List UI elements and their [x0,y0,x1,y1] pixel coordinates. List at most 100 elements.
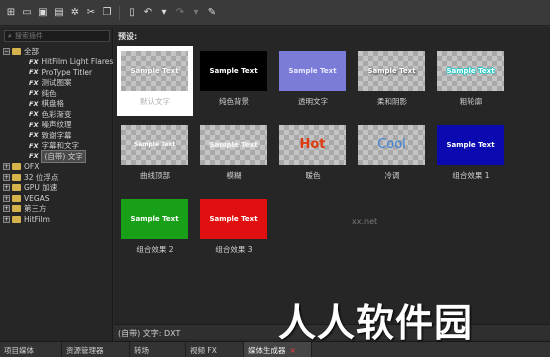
preset-thumbnail: Sample Text [121,125,188,165]
tab-label: 项目媒体 [4,345,34,355]
toolbar-divider [119,5,120,20]
tree-item[interactable]: FX ProType Titler [3,67,111,78]
presets-panel: 预设: Sample Text 默认文字 Sample Text 纯色背景 Sa… [114,27,550,324]
tab-label: 资源管理器 [66,345,104,355]
copy-icon[interactable]: ❐ [100,6,114,20]
scissors-icon[interactable]: ✂ [84,6,98,20]
preset-tile[interactable]: Sample Text 柔和阴影 [354,46,430,116]
tree-group[interactable]: + GPU 加速 [3,183,111,194]
preset-caption: 纯色背景 [219,97,249,106]
preset-tile[interactable]: Cool 冷调 [354,120,430,190]
tree-group-label: VEGAS [24,193,50,203]
preset-caption: 组合效果 2 [136,245,174,254]
fx-icon: FX [29,110,39,119]
folder-icon [12,205,21,213]
help-icon[interactable]: ✎ [205,6,219,20]
close-icon[interactable]: × [290,346,296,355]
undo-dropdown-icon[interactable]: ▾ [157,6,171,20]
expand-icon[interactable]: + [3,163,10,171]
open-folder-icon[interactable]: ▭ [20,6,34,20]
expand-icon[interactable]: + [3,173,10,181]
tree-group-label: 32 位浮点 [24,172,59,182]
expand-icon[interactable]: + [3,205,10,213]
tree-item[interactable]: FX 致谢字幕 [3,130,111,141]
preset-thumbnail: Hot [279,125,346,165]
status-bar: (自带) 文字: DXT [114,324,550,339]
tree-item[interactable]: FX 纯色 [3,88,111,99]
preset-thumbnail: Sample Text [358,51,425,91]
preset-caption: 柔和阴影 [377,97,407,106]
tree-group[interactable]: + HitFilm [3,214,111,225]
expand-icon[interactable]: + [3,184,10,192]
preset-tile[interactable]: Sample Text 默认文字 [117,46,193,116]
tree-item-label: (自带) 文字 [41,149,86,163]
expand-icon[interactable]: + [3,194,10,202]
tab-media-generators[interactable]: 媒体生成器 × [244,342,312,357]
tab-explorer[interactable]: 资源管理器 [62,342,130,357]
tree-group-label: OFX [24,162,40,172]
presets-label: 预设: [118,32,138,41]
filter-icon[interactable]: ⊞ [4,6,18,20]
tree-group-label: GPU 加速 [24,183,58,193]
preset-tile[interactable]: Sample Text 组合效果 1 [433,120,509,190]
tree-node-root[interactable]: − 全部 [3,46,111,57]
tree-item-label: 致谢字幕 [41,130,72,140]
plugin-tree-panel: ⌕ − 全部 FXHitFilm Light Flares FXProType … [0,27,113,341]
redo-icon[interactable]: ↷ [173,6,187,20]
preset-thumbnail: Sample Text [200,199,267,239]
tree-group[interactable]: + 第三方 [3,204,111,215]
tree-node-label: 全部 [24,46,39,56]
preset-caption: 模糊 [226,171,242,180]
tree-group[interactable]: + VEGAS [3,193,111,204]
settings-icon[interactable]: ✲ [68,6,82,20]
preset-tile[interactable]: Sample Text 粗轮廓 [433,46,509,116]
preset-thumbnail: Sample Text [121,199,188,239]
preset-tile[interactable]: Sample Text 纯色背景 [196,46,272,116]
folder-icon [12,184,21,192]
folder-icon [12,194,21,202]
tree-item[interactable]: FX 测试图案 [3,78,111,89]
tree-item-label: 纯色 [41,88,57,98]
tree-item[interactable]: FX 色彩渐变 [3,109,111,120]
save-as-icon[interactable]: ▤ [52,6,66,20]
redo-dropdown-icon[interactable]: ▾ [189,6,203,20]
folder-icon [12,163,21,171]
fx-icon: FX [29,152,39,161]
delete-icon[interactable]: ▯ [125,6,139,20]
expand-icon[interactable]: + [3,215,10,223]
preset-thumbnail: Sample Text [200,125,267,165]
tab-project-media[interactable]: 项目媒体 [0,342,62,357]
tree-item[interactable]: FX 棋盘格 [3,99,111,110]
search-input[interactable] [14,32,105,40]
save-icon[interactable]: ▣ [36,6,50,20]
tab-transitions[interactable]: 转场 [130,342,186,357]
preset-thumbnail: Sample Text [437,51,504,91]
preset-tile[interactable]: Hot 暖色 [275,120,351,190]
preset-tile[interactable]: Sample Text 组合效果 3 [196,194,272,264]
preset-tile[interactable]: Sample Text 透明文字 [275,46,351,116]
preset-tile[interactable]: Sample Text 曲线顶部 [117,120,193,190]
preset-caption: 粗轮廓 [459,97,483,106]
preset-caption: 默认文字 [140,97,170,106]
collapse-icon[interactable]: − [3,47,10,55]
undo-icon[interactable]: ↶ [141,6,155,20]
fx-icon: FX [29,57,39,66]
tree-group[interactable]: + OFX [3,162,111,173]
preset-thumbnail: Sample Text [121,51,188,91]
preset-caption: 组合效果 1 [452,171,490,180]
search-box[interactable]: ⌕ [4,30,110,42]
preset-caption: 暖色 [305,171,321,180]
fx-icon: FX [29,68,39,77]
tree-group[interactable]: +32 位浮点 [3,172,111,183]
preset-tile[interactable]: Sample Text 组合效果 2 [117,194,193,264]
folder-icon [12,173,21,181]
tree-item-label: 色彩渐变 [41,109,72,119]
tree-item[interactable]: FX HitFilm Light Flares [3,57,113,68]
preset-tile[interactable]: Sample Text 模糊 [196,120,272,190]
fx-icon: FX [29,141,39,150]
tab-video-fx[interactable]: 视频 FX [186,342,244,357]
tree-item-label: ProType Titler [41,67,93,77]
tree-item[interactable]: FX 噪声纹理 [3,120,111,131]
tree-item-label: 测试图案 [41,78,72,88]
tree-item-selected[interactable]: FX (自带) 文字 [3,149,111,163]
